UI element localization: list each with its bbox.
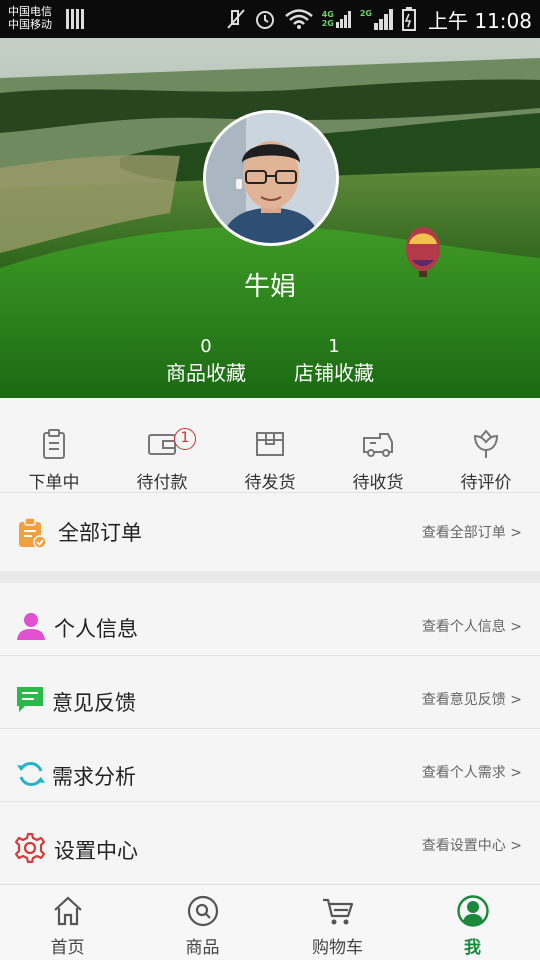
status-indicators: 4G 2G 2G 上午 11:08 (226, 0, 532, 38)
chevron-right-icon: > (510, 525, 522, 541)
product-favorites-label: 商品收藏 (166, 361, 246, 385)
nav-me-label: 我 (464, 938, 481, 958)
wallet-icon (148, 434, 176, 455)
order-status-bar: 下单中 1 待付款 待发货 待收货 待评价 (0, 398, 540, 493)
status-pending-receipt-label: 待收货 (352, 473, 404, 493)
all-orders-row[interactable]: 全部订单 查看全部订单 > (0, 493, 540, 571)
carrier-2: 中国移动 (8, 18, 52, 31)
chevron-right-icon: > (510, 619, 522, 635)
nav-products[interactable]: 商品 (135, 885, 270, 960)
nav-cart[interactable]: 购物车 (270, 885, 405, 960)
status-pending-shipment[interactable]: 待发货 (216, 398, 324, 493)
menu-settings-title: 设置中心 (54, 839, 138, 863)
menu-personal-info[interactable]: 个人信息 查看个人信息 > (0, 583, 540, 655)
username: 牛娟 (243, 272, 296, 302)
menu-feedback-link[interactable]: 查看意见反馈 > (422, 689, 522, 709)
profile-header: 牛娟 0 商品收藏 1 店铺收藏 (0, 38, 540, 398)
menu-demand-analysis-title: 需求分析 (52, 765, 136, 789)
network-label-2g-second: 2G (359, 9, 372, 18)
alarm-icon (255, 11, 274, 29)
person-icon (17, 613, 45, 640)
store-favorites-stat[interactable]: 1 店铺收藏 (269, 336, 399, 386)
avatar[interactable] (203, 110, 339, 246)
bottom-nav: 首页 商品 购物车 我 (0, 884, 540, 960)
status-pending-receipt[interactable]: 待收货 (324, 398, 432, 493)
nav-products-label: 商品 (185, 938, 220, 958)
order-icon (19, 517, 47, 549)
search-icon (187, 895, 218, 927)
nav-cart-label: 购物车 (312, 938, 363, 958)
status-pending-payment[interactable]: 1 待付款 (108, 398, 216, 493)
status-ordering[interactable]: 下单中 (0, 398, 108, 493)
flower-icon (473, 429, 499, 458)
status-pending-payment-label: 待付款 (136, 473, 188, 493)
menu-feedback-more: 查看意见反馈 (421, 692, 506, 708)
product-favorites-stat[interactable]: 0 商品收藏 (141, 336, 271, 386)
store-favorites-count: 1 (328, 336, 340, 357)
all-orders-title: 全部订单 (58, 521, 142, 545)
network-2g-indicator: 2G (360, 8, 394, 30)
network-label-4g: 4G (321, 10, 334, 19)
cart-icon (322, 898, 353, 925)
product-favorites-count: 0 (200, 336, 212, 357)
nav-home[interactable]: 首页 (0, 885, 135, 960)
network-label-2g: 2G (321, 19, 334, 28)
menu-demand-analysis-link[interactable]: 查看个人需求 > (422, 762, 522, 782)
status-pending-review-label: 待评价 (460, 473, 512, 493)
status-pending-shipment-label: 待发货 (244, 473, 296, 493)
menu-personal-info-title: 个人信息 (54, 617, 138, 641)
status-ordering-label: 下单中 (28, 473, 80, 493)
menu-personal-info-more: 查看个人信息 (421, 619, 506, 635)
chevron-right-icon: > (510, 692, 522, 708)
view-all-orders-link[interactable]: 查看全部订单 > (422, 522, 522, 542)
box-icon (256, 432, 284, 456)
menu-feedback[interactable]: 意见反馈 查看意见反馈 > (0, 656, 540, 728)
home-icon (53, 896, 82, 926)
menu-demand-analysis[interactable]: 需求分析 查看个人需求 > (0, 729, 540, 801)
store-favorites-label: 店铺收藏 (294, 361, 374, 385)
truck-icon (363, 433, 393, 457)
section-gap (0, 571, 540, 583)
signal-icon (335, 11, 351, 28)
carrier-labels: 中国电信 中国移动 (8, 5, 52, 31)
chevron-right-icon: > (510, 765, 522, 781)
refresh-icon (17, 762, 45, 786)
menu-personal-info-link[interactable]: 查看个人信息 > (422, 616, 522, 636)
mute-icon (226, 9, 245, 29)
nav-home-label: 首页 (50, 938, 85, 958)
clipboard-icon (43, 429, 65, 459)
menu-demand-analysis-more: 查看个人需求 (421, 765, 506, 781)
nav-me[interactable]: 我 (405, 885, 540, 960)
view-all-orders-label: 查看全部订单 (421, 525, 506, 541)
signal-icon-2 (374, 9, 393, 30)
battery-icon (402, 7, 416, 31)
wifi-icon (284, 9, 313, 29)
chat-icon (17, 687, 43, 712)
status-bar: 中国电信 中国移动 4G 2G 2G 上午 11:08 (0, 0, 540, 38)
user-icon (456, 895, 489, 927)
carrier-1: 中国电信 (8, 5, 52, 18)
avatar-photo (206, 113, 336, 243)
clock: 上午 11:08 (428, 8, 532, 33)
pending-payment-badge: 1 (174, 428, 196, 450)
network-4g-indicator: 4G 2G (322, 10, 352, 28)
menu-settings-link[interactable]: 查看设置中心 > (422, 835, 522, 855)
menu-feedback-title: 意见反馈 (52, 691, 136, 715)
status-pending-review[interactable]: 待评价 (432, 398, 540, 493)
gear-icon (14, 832, 46, 864)
sim-card-icon (66, 9, 84, 29)
menu-settings-more: 查看设置中心 (421, 838, 506, 854)
menu-settings[interactable]: 设置中心 查看设置中心 > (0, 802, 540, 884)
chevron-right-icon: > (510, 838, 522, 854)
